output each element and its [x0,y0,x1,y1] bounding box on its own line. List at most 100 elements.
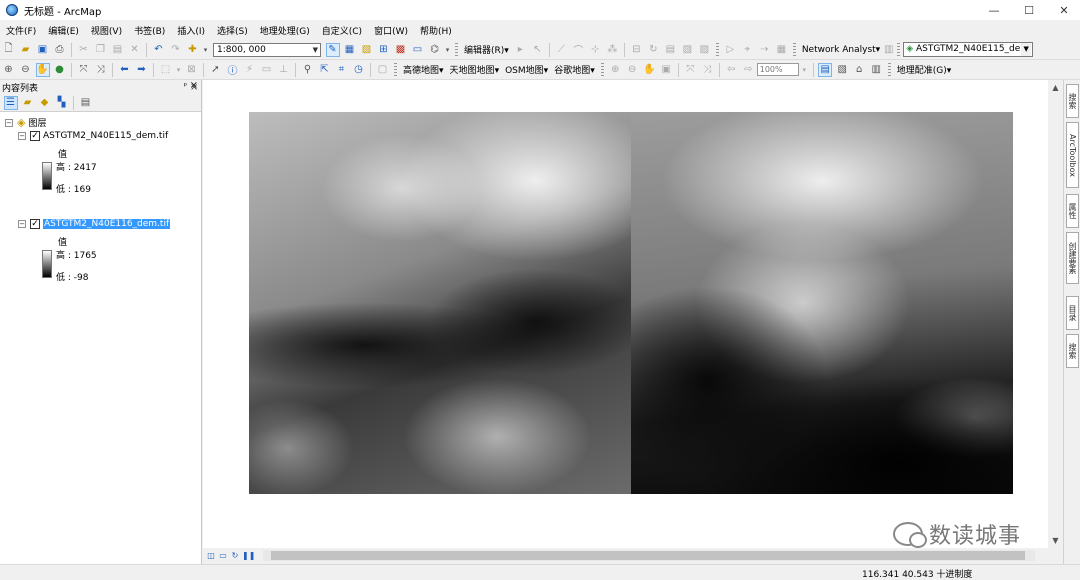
fixed-zoom-in-icon[interactable]: ⤧ [77,63,91,77]
menu-view[interactable]: 视图(V) [85,24,128,37]
zoom-out-icon[interactable]: ⊖ [19,63,33,77]
dock-tab-search-2[interactable]: 搜索 [1066,334,1079,368]
network-solve-icon[interactable]: ▷ [723,43,737,57]
close-button[interactable]: ✕ [1045,0,1080,20]
time-slider-icon[interactable]: ◷ [352,63,366,77]
identify-icon[interactable]: ⓘ [226,63,240,77]
add-data-dropdown-icon[interactable]: ▾ [203,43,209,57]
dock-tab-search[interactable]: 搜索 [1066,84,1079,118]
layout-view-icon[interactable]: ▭ [218,551,228,561]
chevron-down-icon[interactable]: ▾ [176,63,182,77]
arctoolbox-icon[interactable]: ▩ [394,43,408,57]
vertical-scrollbar[interactable]: ▲ ▼ [1048,80,1063,548]
data-view-icon[interactable]: ◫ [206,551,216,561]
layout-zoom-in-icon[interactable]: ⊕ [608,63,622,77]
layout-fixed-zoom-out-icon[interactable]: ⤨ [700,63,714,77]
toc-options-icon[interactable]: ▤ [79,96,93,110]
list-by-drawing-order-icon[interactable]: ☰ [3,95,18,110]
back-arrow-icon[interactable]: ⬅ [118,63,132,77]
refresh-icon[interactable]: ↻ [230,551,240,561]
dock-tab-create-features[interactable]: 创建要素 [1066,232,1079,284]
change-layout-icon[interactable]: ⌂ [852,63,866,77]
point-icon[interactable]: ⁂ [605,43,619,57]
clear-selection-icon[interactable]: ⊠ [185,63,199,77]
maximize-button[interactable]: ☐ [1010,0,1048,20]
fixed-zoom-out-icon[interactable]: ⤨ [94,63,108,77]
layout-fixed-zoom-in-icon[interactable]: ⤧ [683,63,697,77]
find-icon[interactable]: ⚲ [301,63,315,77]
data-driven-pages-icon[interactable]: ▥ [869,63,883,77]
full-extent-icon[interactable]: ● [53,63,67,77]
add-data-icon[interactable]: ✚ [186,43,200,57]
split-tool-icon[interactable]: ⊟ [629,43,643,57]
pan-hand-icon[interactable]: ✋ [35,62,50,77]
pin-icon[interactable]: ᵖ [184,81,187,90]
edit-tool-icon[interactable]: ▸ [513,43,527,57]
chevron-down-icon[interactable]: ▾ [800,63,808,77]
network-locations-icon[interactable]: ⌖ [740,43,754,57]
layout-zoom-out-icon[interactable]: ⊖ [625,63,639,77]
select-features-icon[interactable]: ⬚ [159,63,173,77]
menu-selection[interactable]: 选择(S) [211,24,254,37]
straight-segment-icon[interactable]: ⟋ [554,43,568,57]
layout-whole-page-icon[interactable]: ▣ [659,63,673,77]
list-by-visibility-icon[interactable]: ◆ [38,96,52,110]
undo-icon[interactable]: ↶ [152,43,166,57]
menu-file[interactable]: 文件(F) [0,24,42,37]
rotate-icon[interactable]: ↻ [646,43,660,57]
list-by-selection-icon[interactable]: ▚ [55,96,69,110]
toolbar-grip[interactable] [792,42,796,57]
layout-pan-icon[interactable]: ✋ [642,63,656,77]
collapse-icon[interactable]: − [5,118,13,127]
open-folder-icon[interactable]: ▰ [19,43,33,57]
list-by-source-icon[interactable]: ▰ [21,96,35,110]
edit-annotation-icon[interactable]: ↖ [530,43,544,57]
collapse-icon[interactable]: − [18,220,26,228]
editor-toolbar-icon[interactable]: ✎ [325,42,340,57]
collapse-icon[interactable]: − [18,132,26,140]
layout-zoom-combo[interactable]: 100% [756,63,799,76]
close-icon[interactable]: × [190,82,198,93]
cut-icon[interactable]: ✂ [77,43,91,57]
network-layer-icon[interactable]: ▥ [884,43,893,57]
print-icon[interactable]: ⎙ [53,43,67,57]
redo-icon[interactable]: ↷ [169,43,183,57]
basemap-gaode-menu[interactable]: 高德地图▾ [400,63,447,76]
menu-geoprocessing[interactable]: 地理处理(G) [254,24,316,37]
minimize-button[interactable]: — [975,0,1013,20]
network-analyst-menu[interactable]: Network Analyst▾ [799,45,883,55]
dock-tab-attributes[interactable]: 属性 [1066,194,1079,228]
layer-visibility-checkbox[interactable]: ✓ [30,131,40,141]
toolbar-grip[interactable] [394,62,397,77]
scroll-down-icon[interactable]: ▼ [1048,533,1063,548]
find-route-icon[interactable]: ⇱ [318,63,332,77]
paste-icon[interactable]: ▤ [111,43,125,57]
toolbar-grip[interactable] [887,62,891,77]
zoom-in-icon[interactable]: ⊕ [2,63,16,77]
focus-data-frame-icon[interactable]: ▧ [835,63,849,77]
layer-visibility-checkbox[interactable]: ✓ [30,219,40,229]
python-icon[interactable]: ▭ [411,43,425,57]
new-document-icon[interactable]: 🗋 [2,43,16,57]
menu-windows[interactable]: 窗口(W) [368,24,414,37]
trace-icon[interactable]: ⊹ [588,43,602,57]
attributes-icon[interactable]: ▤ [663,43,677,57]
copy-icon[interactable]: ❐ [94,43,108,57]
search-window-icon[interactable]: ⊞ [377,43,391,57]
hyperlink-icon[interactable]: ⚡ [243,63,257,77]
toolbar-grip[interactable] [600,62,604,77]
sketch-properties-icon[interactable]: ▧ [680,43,694,57]
forward-arrow-icon[interactable]: ➡ [135,63,149,77]
toggle-draft-mode-icon[interactable]: ▤ [818,62,833,77]
horizontal-scrollbar[interactable] [263,550,1035,561]
chevron-down-icon[interactable]: ▾ [445,43,451,57]
viewer-window-icon[interactable]: ▢ [376,63,390,77]
toolbar-grip[interactable] [715,42,719,57]
basemap-tianditu-menu[interactable]: 天地图地图▾ [447,63,503,76]
dock-tab-catalog[interactable]: 目录 [1066,296,1079,330]
menu-edit[interactable]: 编辑(E) [42,24,85,37]
model-builder-icon[interactable]: ⌬ [428,43,442,57]
dem-raster-n40e115[interactable] [249,112,631,494]
map-scale-combo[interactable]: 1:800, 000 ▼ [213,42,321,57]
select-elements-icon[interactable]: ➚ [209,63,223,77]
